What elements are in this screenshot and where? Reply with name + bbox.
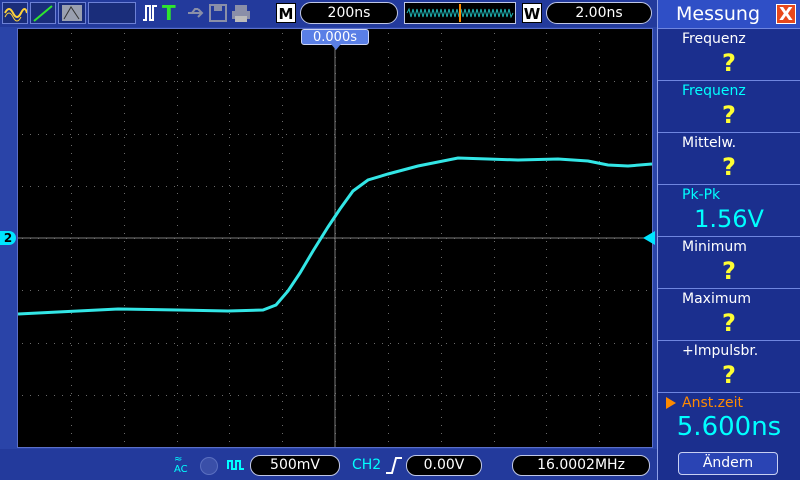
bandwidth-limit-icon (200, 457, 218, 475)
measure-slot-3[interactable]: Mittelw. ? (658, 132, 800, 184)
measure-value: ? (722, 153, 736, 181)
measure-value: 5.600ns (676, 412, 782, 442)
trigger-position-marker-icon (331, 44, 341, 50)
trigger-level-marker-icon[interactable] (643, 231, 655, 245)
empty-slot (88, 2, 136, 24)
ramp-icon[interactable] (30, 2, 56, 24)
measure-value: ? (722, 309, 736, 337)
measure-label: Frequenz (682, 83, 746, 99)
panel-header: Messung X (658, 0, 800, 28)
measure-slot-8[interactable]: Anst.zeit 5.600ns (658, 392, 800, 444)
save-icon[interactable] (208, 2, 228, 24)
measure-label: Minimum (682, 239, 747, 255)
measure-slot-7[interactable]: +Impulsbr. ? (658, 340, 800, 392)
channel-2-marker[interactable]: 2 (0, 231, 16, 245)
selected-arrow-icon (666, 397, 676, 409)
measure-slot-6[interactable]: Maximum ? (658, 288, 800, 340)
measure-slot-2[interactable]: Frequenz ? (658, 80, 800, 132)
measure-value: ? (722, 101, 736, 129)
pulse-trigger-icon[interactable] (142, 2, 158, 24)
waveform-display[interactable]: 0.000s (17, 28, 653, 448)
printer-icon[interactable] (230, 2, 252, 24)
trigger-mode-icon[interactable]: T (162, 2, 180, 24)
graticule (18, 29, 652, 447)
measurement-panel: Messung X Frequenz ? Frequenz ? Mittelw.… (657, 0, 800, 480)
measure-value: ? (722, 257, 736, 285)
window-label: W (522, 3, 542, 23)
ac-coupling-icon: ≈ AC (174, 454, 188, 475)
main-timebase-label: M (276, 3, 296, 23)
change-button[interactable]: Ändern (678, 452, 778, 475)
measure-value: 1.56V (694, 205, 764, 233)
trigger-source-label: CH2 (352, 457, 382, 473)
memory-depth-bar[interactable] (404, 2, 516, 24)
waveform-icon[interactable] (2, 2, 28, 24)
timebase-value[interactable]: 200ns (300, 2, 398, 24)
trigger-position-readout[interactable]: 0.000s (301, 29, 369, 45)
window-value[interactable]: 2.00ns (546, 2, 652, 24)
measure-slot-4[interactable]: Pk-Pk 1.56V (658, 184, 800, 236)
measure-label: Pk-Pk (682, 187, 721, 203)
measure-value: ? (722, 361, 736, 389)
volts-per-div[interactable]: 500mV (250, 455, 340, 476)
measure-label: +Impulsbr. (682, 343, 759, 359)
measure-slot-1[interactable]: Frequenz ? (658, 28, 800, 80)
usb-icon[interactable] (186, 2, 206, 24)
frequency-counter: 16.0002MHz (512, 455, 650, 476)
trigger-level-value[interactable]: 0.00V (406, 455, 482, 476)
measure-label: Maximum (682, 291, 751, 307)
persistence-icon[interactable] (58, 2, 86, 24)
panel-title: Messung (676, 3, 761, 25)
rising-edge-icon[interactable] (384, 455, 404, 475)
measure-label: Frequenz (682, 31, 746, 47)
measure-value: ? (722, 49, 736, 77)
top-toolbar: T M 200ns W 2.00ns (0, 0, 657, 27)
measure-label: Mittelw. (682, 135, 737, 151)
measure-slot-5[interactable]: Minimum ? (658, 236, 800, 288)
close-button[interactable]: X (776, 4, 796, 25)
measure-label: Anst.zeit (682, 395, 744, 411)
probe-icon (226, 455, 246, 475)
